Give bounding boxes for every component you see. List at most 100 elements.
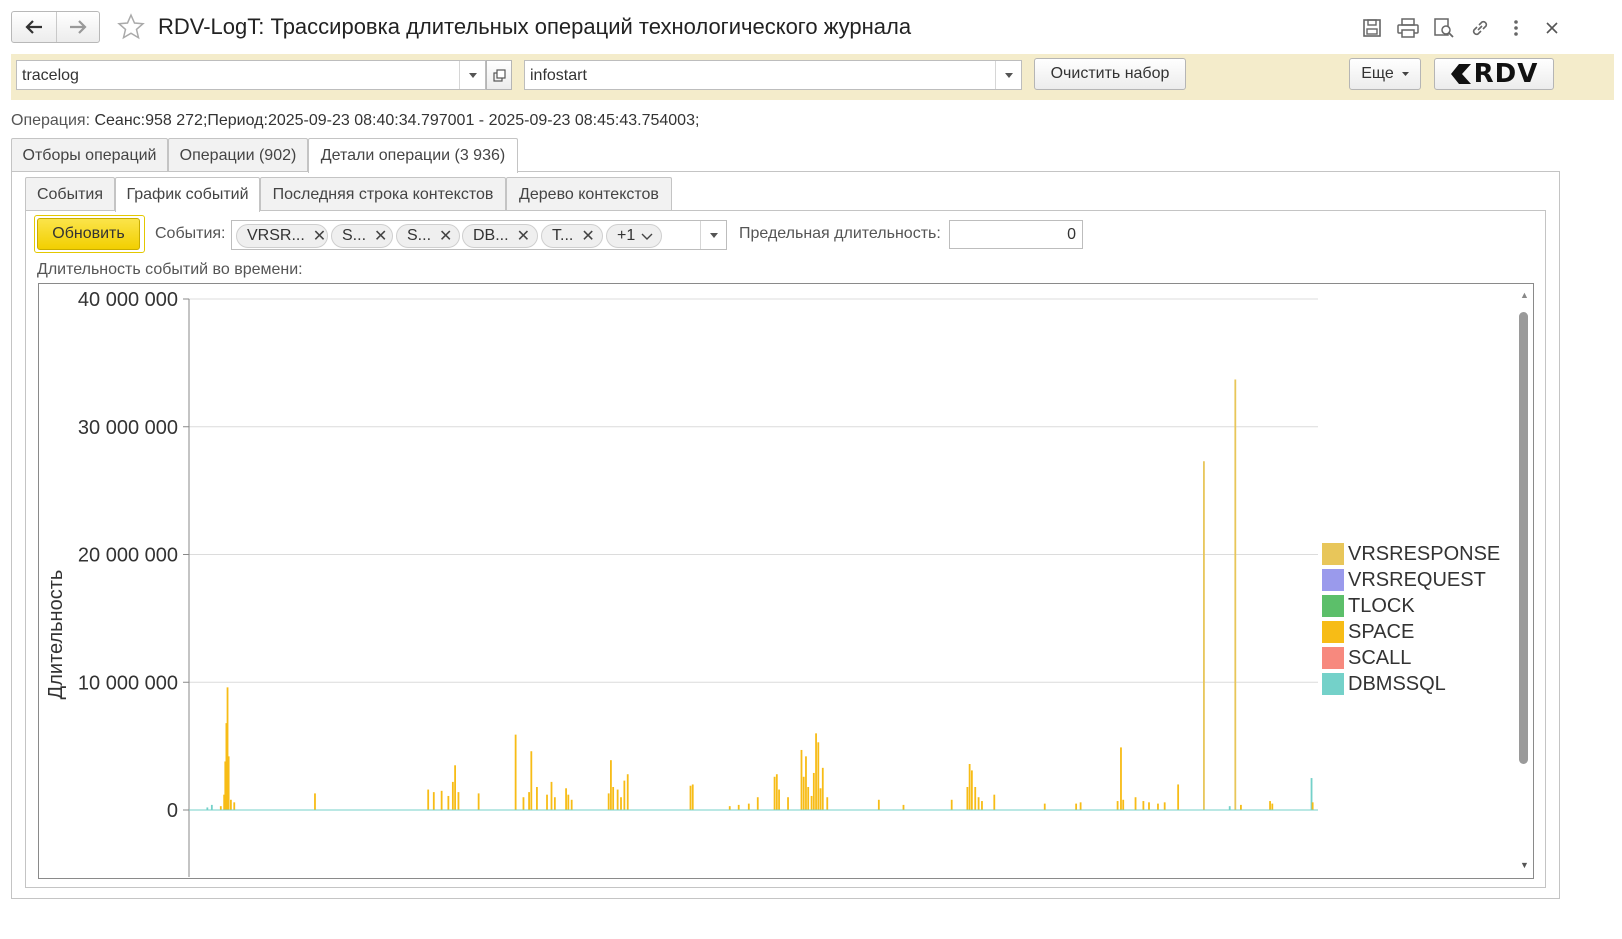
max-duration-label: Предельная длительность: <box>739 225 941 242</box>
chip-remove-icon[interactable]: ✕ <box>439 226 452 246</box>
more-button[interactable]: Еще <box>1349 58 1421 90</box>
chart-bar <box>447 795 450 810</box>
more-events-chip[interactable]: +1 <box>606 224 662 248</box>
legend-label: VRSRESPONSE <box>1348 542 1501 565</box>
chart-bar <box>802 776 805 810</box>
source-field-value: tracelog <box>22 67 79 84</box>
chevron-down-icon <box>468 72 477 78</box>
chevron-down-icon <box>1004 72 1013 78</box>
refresh-button[interactable]: Обновить <box>37 218 140 250</box>
chart-bar <box>805 756 807 810</box>
more-vertical-icon[interactable] <box>1504 16 1528 40</box>
tab-last-context-line[interactable]: Последняя строка контекстов <box>260 177 506 211</box>
tab-operations[interactable]: Операции (902) <box>168 138 308 172</box>
max-duration-value: 0 <box>1067 226 1076 243</box>
event-chip-label: VRSR... <box>247 227 305 244</box>
chart-bar <box>966 787 969 810</box>
legend-label: DBMSSQL <box>1348 672 1446 695</box>
scroll-down-icon[interactable]: ▼ <box>1520 860 1529 870</box>
chart-bar <box>950 799 953 810</box>
chart-bar <box>877 799 880 810</box>
chip-remove-icon[interactable]: ✕ <box>313 226 326 246</box>
event-chip[interactable]: DB... ✕ <box>462 224 538 248</box>
operation-label: Операция: <box>11 112 91 129</box>
tab-operation-filters[interactable]: Отборы операций <box>11 138 168 172</box>
y-tick-label: 20 000 000 <box>78 545 178 567</box>
preview-icon[interactable] <box>1432 16 1456 40</box>
tab-events[interactable]: События <box>25 177 115 211</box>
database-field[interactable]: infostart <box>524 60 1022 90</box>
chart-bar <box>229 799 232 810</box>
chart-bar <box>522 797 525 810</box>
chart-bar <box>440 790 443 810</box>
chart-bar <box>773 776 776 810</box>
rdv-logo-mark-icon <box>1450 64 1471 84</box>
operation-value: Сеанс:958 272;Период:2025-09-23 08:40:34… <box>94 112 700 129</box>
chart-bar <box>800 749 803 810</box>
chart-scrollbar-thumb[interactable] <box>1519 312 1528 764</box>
chart-bar <box>1269 801 1271 810</box>
chart-bar <box>1043 803 1046 810</box>
chart-bar <box>728 806 731 810</box>
chip-remove-icon[interactable]: ✕ <box>374 226 387 246</box>
chip-remove-icon[interactable]: ✕ <box>517 226 530 246</box>
link-icon[interactable] <box>1468 16 1492 40</box>
database-dropdown-button[interactable] <box>995 61 1021 89</box>
chart-bar <box>1163 802 1166 810</box>
chart-bar <box>977 797 980 810</box>
chart-bar <box>610 760 612 810</box>
close-icon[interactable] <box>1540 16 1564 40</box>
chart-bar <box>612 787 615 810</box>
chart-bar <box>1271 803 1274 810</box>
chart-bar <box>451 781 454 810</box>
chip-remove-icon[interactable]: ✕ <box>581 226 594 246</box>
source-dropdown-button[interactable] <box>459 61 485 89</box>
chevron-down-icon <box>709 232 718 238</box>
chart-bar <box>807 787 810 810</box>
chart-bar <box>514 734 517 810</box>
chart-bar <box>1120 747 1122 810</box>
chart-bar <box>1148 802 1150 810</box>
event-chip-label: S... <box>407 227 432 244</box>
legend-swatch <box>1322 621 1344 643</box>
arrow-left-icon <box>25 20 42 34</box>
chart-bar <box>567 794 570 810</box>
source-field[interactable]: tracelog <box>16 60 486 90</box>
forward-button[interactable] <box>55 12 100 42</box>
event-chip[interactable]: VRSR... ✕ <box>236 224 328 248</box>
event-chip[interactable]: T... ✕ <box>541 224 603 248</box>
legend-item: SCALL <box>1322 647 1411 669</box>
open-window-icon <box>492 68 506 82</box>
chart-bar <box>1240 804 1242 810</box>
chart-caption: Длительность событий во времени: <box>37 261 303 278</box>
chart-bar <box>210 804 213 810</box>
event-chip[interactable]: S... ✕ <box>396 224 460 248</box>
events-multiselect[interactable]: VRSR... ✕ S... ✕ S... ✕ DB... ✕ T... ✕ +1 <box>231 220 727 250</box>
clear-set-button[interactable]: Очистить набор <box>1034 58 1186 90</box>
rdv-logo[interactable]: RDV <box>1434 58 1554 90</box>
chart-bar <box>607 793 610 810</box>
y-tick-label: 10 000 000 <box>78 672 178 694</box>
arrow-right-icon <box>69 20 87 34</box>
print-icon[interactable] <box>1396 16 1420 40</box>
events-dropdown-button[interactable] <box>700 221 726 249</box>
event-chip[interactable]: S... ✕ <box>331 224 393 248</box>
tab-operation-details[interactable]: Детали операции (3 936) <box>308 138 518 173</box>
back-button[interactable] <box>12 12 56 42</box>
max-duration-input[interactable]: 0 <box>949 220 1083 249</box>
more-button-label: Еще <box>1361 65 1394 82</box>
chart-bar <box>1157 803 1159 810</box>
tab-events-chart[interactable]: График событий <box>115 177 260 212</box>
y-tick-label: 0 <box>167 800 178 822</box>
chart-bar <box>817 742 820 810</box>
legend-swatch <box>1322 647 1344 669</box>
open-source-button[interactable] <box>486 60 512 90</box>
chart-bar <box>546 794 548 810</box>
chart-bar <box>454 765 456 810</box>
favorite-star-icon[interactable] <box>115 11 147 43</box>
refresh-button-frame: Обновить <box>34 215 145 253</box>
tab-context-tree[interactable]: Дерево контекстов <box>506 177 672 211</box>
chart-bar <box>528 792 530 810</box>
scroll-up-icon[interactable]: ▲ <box>1520 290 1529 300</box>
save-icon[interactable] <box>1360 16 1384 40</box>
